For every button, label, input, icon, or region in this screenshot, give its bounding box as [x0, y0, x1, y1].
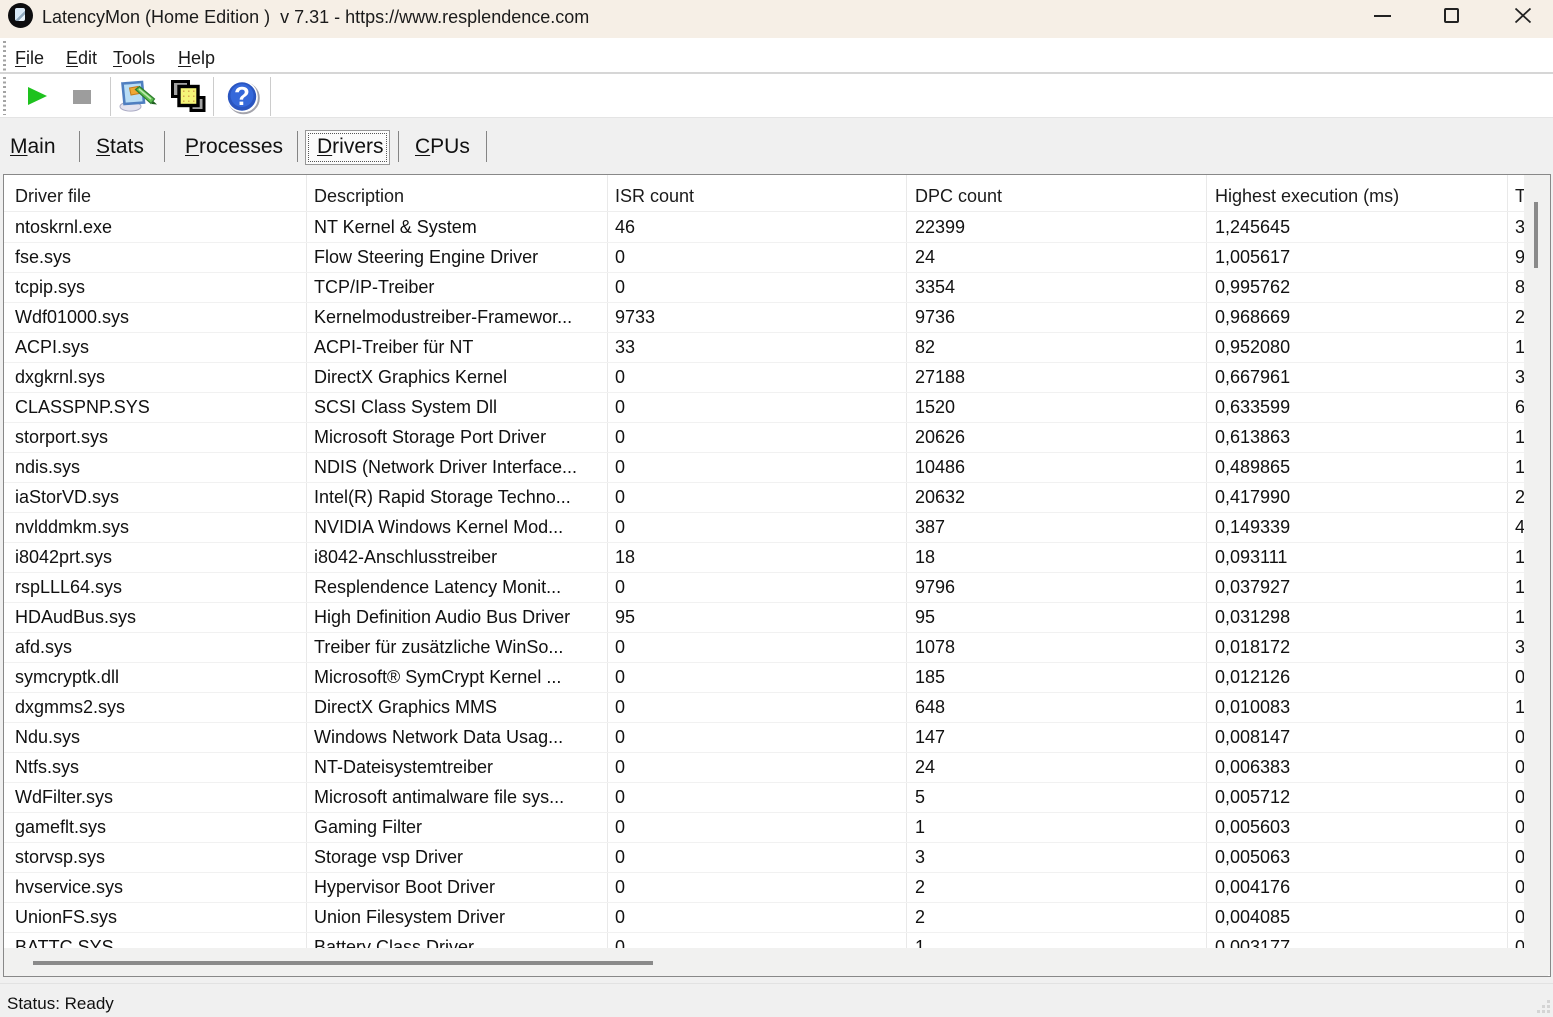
svg-text:?: ?	[234, 81, 250, 111]
